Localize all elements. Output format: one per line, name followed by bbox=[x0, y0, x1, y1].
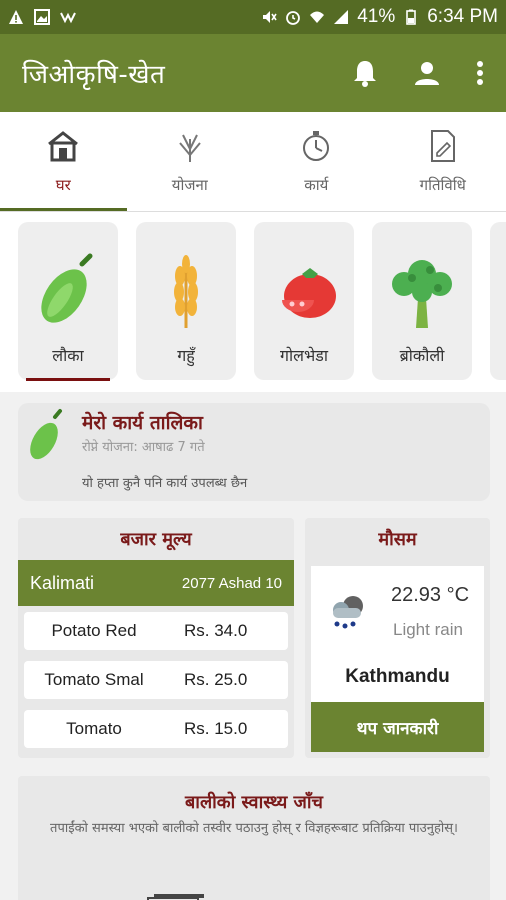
market-row: Potato Red Rs. 34.0 bbox=[24, 612, 288, 650]
task-title: मेरो कार्य तालिका bbox=[82, 412, 203, 434]
more-info-button[interactable]: थप जानकारी bbox=[311, 702, 484, 752]
tomato-icon bbox=[282, 268, 336, 318]
selected-crop-indicator bbox=[26, 378, 110, 381]
tab-activity[interactable]: गतिविधि bbox=[380, 112, 506, 211]
market-heading: बजार मूल्य bbox=[120, 529, 192, 550]
tab-label: योजना bbox=[171, 175, 208, 194]
signal-icon bbox=[334, 10, 349, 24]
task-schedule-card[interactable]: मेरो कार्य तालिका रोप्ने योजना: आषाढ 7 ग… bbox=[18, 403, 490, 501]
weather-card: मौसम 22.93 °C Light rain Kathmandu थप जा… bbox=[305, 518, 490, 758]
tab-bar: घर योजना कार्य गतिविधि bbox=[0, 112, 506, 212]
crop-name: गोलभेडा bbox=[280, 346, 328, 365]
status-bar: 41% 6:34 PM bbox=[0, 0, 506, 34]
crop-card-partial[interactable] bbox=[490, 222, 506, 380]
tab-home[interactable]: घर bbox=[0, 112, 127, 211]
broccoli-icon bbox=[392, 260, 452, 328]
mute-icon bbox=[263, 11, 277, 23]
stopwatch-icon bbox=[303, 130, 330, 161]
gourd-icon bbox=[41, 253, 93, 323]
gourd-icon bbox=[30, 409, 62, 460]
task-subtitle: रोप्ने योजना: आषाढ 7 गते bbox=[82, 440, 205, 455]
market-price: Rs. 15.0 bbox=[184, 719, 248, 738]
health-description: तपाईंको समस्या भएको बालीको तस्वीर पठाउनु… bbox=[50, 821, 458, 836]
alert-icon bbox=[9, 10, 23, 24]
app-icon bbox=[60, 12, 76, 24]
image-icon bbox=[34, 9, 50, 25]
battery-icon bbox=[406, 9, 417, 25]
crop-name: लौका bbox=[52, 346, 84, 365]
weather-panel: 22.93 °C Light rain Kathmandu bbox=[311, 566, 484, 716]
app-title: जिओकृषि-खेत bbox=[22, 60, 166, 90]
tab-label: घर bbox=[55, 175, 71, 194]
wheat-icon bbox=[178, 134, 201, 162]
wheat-icon bbox=[174, 255, 198, 328]
upload-illustration-icon bbox=[147, 894, 204, 900]
market-row: Tomato Smal Rs. 25.0 bbox=[24, 661, 288, 699]
status-time: 6:34 PM bbox=[427, 6, 498, 27]
alarm-icon bbox=[286, 11, 301, 25]
tab-tasks[interactable]: कार्य bbox=[253, 112, 380, 211]
market-item: Tomato bbox=[66, 719, 122, 738]
temperature: 22.93 °C bbox=[391, 584, 469, 607]
crop-name: गहुँ bbox=[177, 346, 195, 365]
crop-selector: लौका गहुँ गोलभेडा ब्रोकौली bbox=[0, 212, 506, 392]
weather-city: Kathmandu bbox=[345, 666, 450, 687]
bell-icon[interactable] bbox=[352, 59, 378, 87]
crop-card-tomato[interactable]: गोलभेडा bbox=[254, 222, 354, 380]
house-icon bbox=[48, 130, 79, 161]
market-date: 2077 Ashad 10 bbox=[181, 574, 282, 592]
profile-icon[interactable] bbox=[414, 60, 440, 86]
market-price: Rs. 34.0 bbox=[184, 621, 248, 640]
rain-cloud-icon bbox=[333, 596, 363, 629]
temperature-value: 22.93 bbox=[391, 584, 442, 606]
market-row: Tomato Rs. 15.0 bbox=[24, 710, 288, 748]
crop-card-broccoli[interactable]: ब्रोकौली bbox=[372, 222, 472, 380]
weather-heading: मौसम bbox=[378, 529, 417, 550]
market-price: Rs. 25.0 bbox=[184, 670, 248, 689]
crop-health-card[interactable]: बालीको स्वास्थ्य जाँच तपाईंको समस्या भएक… bbox=[18, 776, 490, 900]
battery-percent: 41% bbox=[357, 6, 396, 27]
tab-label: कार्य bbox=[304, 175, 329, 194]
weather-condition: Light rain bbox=[393, 620, 463, 639]
crop-card-wheat[interactable]: गहुँ bbox=[136, 222, 236, 380]
market-item: Potato Red bbox=[51, 621, 137, 640]
market-price-card: बजार मूल्य Kalimati 2077 Ashad 10 Potato… bbox=[18, 518, 294, 758]
market-header-bar[interactable]: Kalimati 2077 Ashad 10 bbox=[18, 560, 294, 606]
wifi-icon bbox=[310, 11, 325, 23]
more-vertical-icon[interactable] bbox=[476, 60, 484, 86]
temperature-unit: °C bbox=[446, 584, 470, 606]
crop-name: ब्रोकौली bbox=[399, 346, 445, 365]
app-bar: जिओकृषि-खेत bbox=[0, 34, 506, 112]
crop-card-gourd[interactable]: लौका bbox=[18, 222, 118, 380]
market-name: Kalimati bbox=[30, 572, 95, 593]
health-heading: बालीको स्वास्थ्य जाँच bbox=[185, 792, 323, 813]
tab-plan[interactable]: योजना bbox=[127, 112, 254, 211]
market-item: Tomato Smal bbox=[44, 670, 144, 689]
task-message: यो हप्ता कुनै पनि कार्य उपलब्ध छैन bbox=[82, 476, 248, 491]
tab-label: गतिविधि bbox=[419, 175, 466, 194]
document-icon bbox=[430, 129, 455, 162]
